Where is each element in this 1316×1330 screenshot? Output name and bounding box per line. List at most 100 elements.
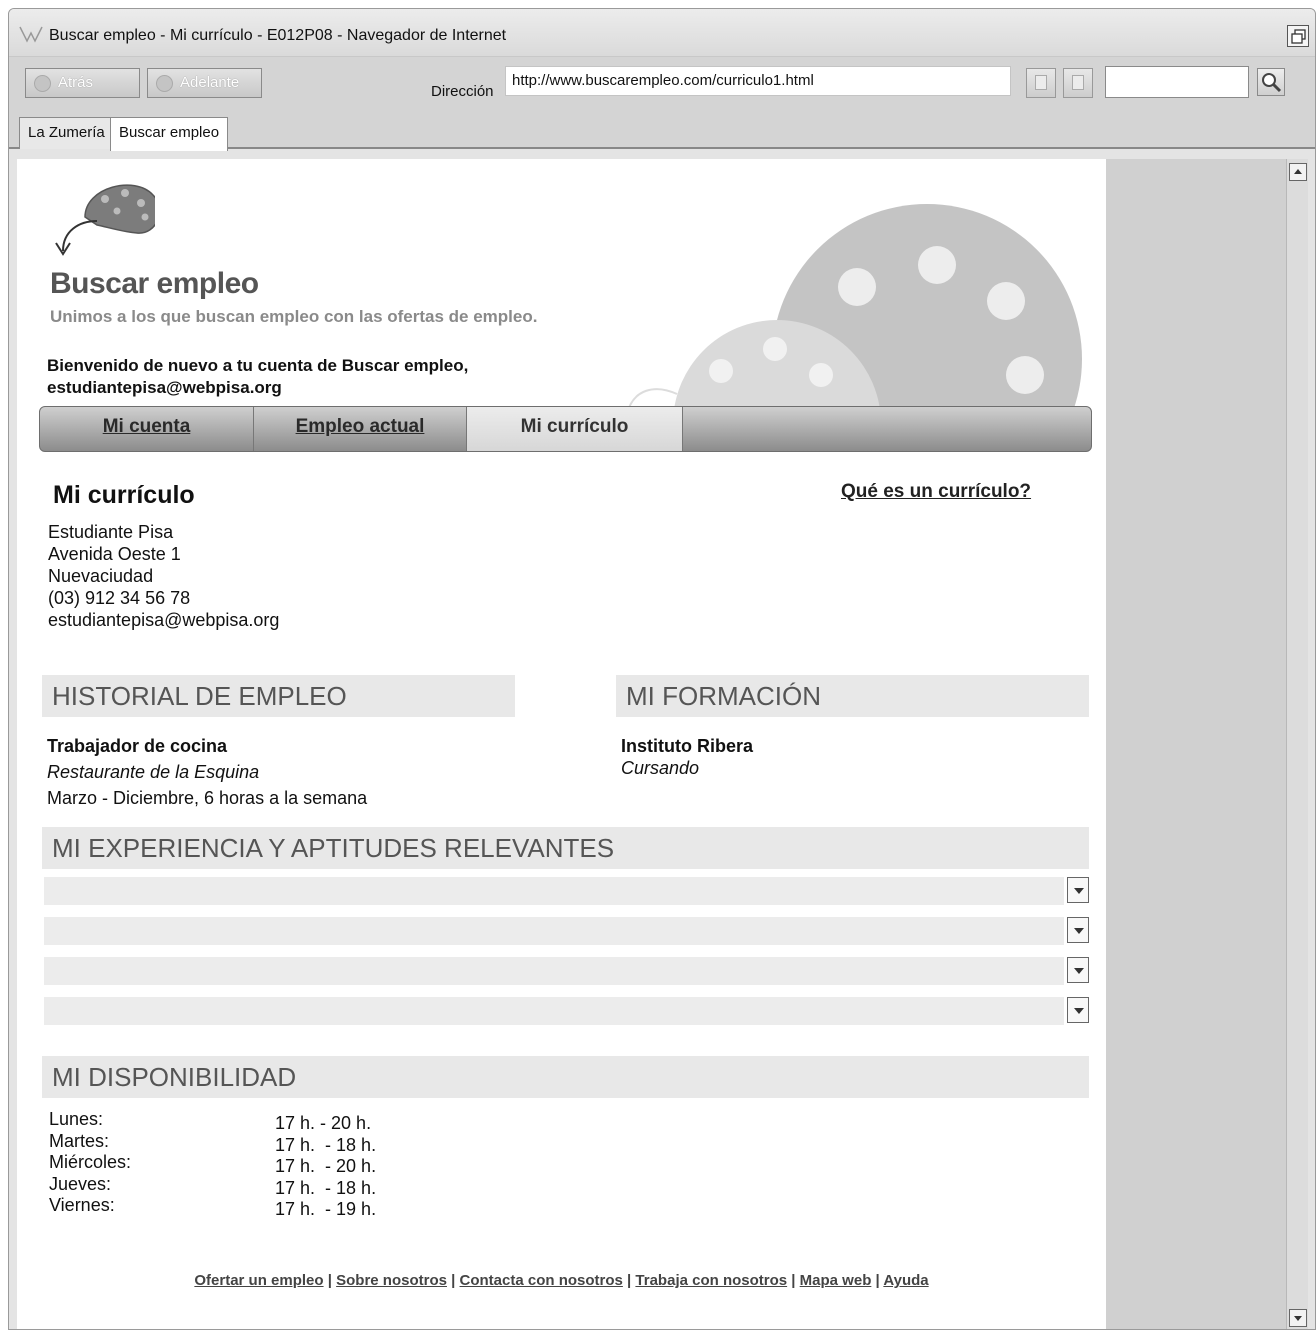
- scroll-down-button[interactable]: [1289, 1309, 1307, 1327]
- nav-tab-mi-curriculo[interactable]: Mi currículo: [467, 407, 683, 451]
- forward-arrow-icon: [156, 75, 173, 92]
- address-field[interactable]: http://www.buscarempleo.com/curriculo1.h…: [505, 66, 1011, 96]
- dropdown-button[interactable]: [1067, 997, 1089, 1023]
- footer-link-ayuda[interactable]: Ayuda: [883, 1272, 928, 1289]
- search-button[interactable]: [1257, 68, 1285, 96]
- contact-street: Avenida Oeste 1: [48, 544, 181, 564]
- browser-logo-icon: [19, 26, 43, 43]
- availability-heading: MI DISPONIBILIDAD: [42, 1056, 1089, 1098]
- dropdown-button[interactable]: [1067, 957, 1089, 983]
- tab-strip: La Zumería Buscar empleo: [9, 117, 1315, 151]
- nav-tab-empleo-actual[interactable]: Empleo actual: [254, 407, 467, 451]
- magnifier-icon: [1262, 73, 1282, 93]
- experience-select[interactable]: [44, 917, 1089, 945]
- back-button-label: Atrás: [58, 74, 94, 91]
- school-name: Instituto Ribera: [621, 736, 754, 756]
- title-bar: Buscar empleo - Mi currículo - E012P08 -…: [9, 9, 1315, 57]
- footer-link-sobre-nosotros[interactable]: Sobre nosotros: [336, 1272, 447, 1289]
- dropdown-button[interactable]: [1067, 917, 1089, 943]
- experience-select-field[interactable]: [44, 997, 1064, 1025]
- job-company: Restaurante de la Esquina: [47, 762, 260, 782]
- availability-hours-row: 17 h. - 18 h.: [275, 1177, 377, 1198]
- back-arrow-icon: [34, 75, 51, 92]
- availability-day: Lunes:: [49, 1109, 104, 1129]
- job-title: Trabajador de cocina: [47, 736, 228, 756]
- vertical-scrollbar[interactable]: [1286, 159, 1308, 1329]
- availability-day: Miércoles:: [49, 1152, 132, 1172]
- experience-select[interactable]: [44, 877, 1089, 905]
- availability-days: Lunes: Martes: Miércoles: Jueves: Vierne…: [49, 1109, 131, 1217]
- footer-separator: |: [446, 1272, 460, 1289]
- page-title: Mi currículo: [53, 481, 195, 509]
- footer-separator: |: [622, 1272, 636, 1289]
- experience-select-field[interactable]: [44, 917, 1064, 945]
- tab-buscar-empleo[interactable]: Buscar empleo: [110, 117, 229, 151]
- chevron-down-icon: [1074, 888, 1084, 894]
- footer-link-ofertar-empleo[interactable]: Ofertar un empleo: [194, 1272, 323, 1289]
- site-navbar: Mi cuenta Empleo actual Mi currículo: [39, 406, 1092, 452]
- site-logo-icon: [55, 184, 155, 256]
- paste-icon: [1072, 75, 1084, 90]
- footer-links: Ofertar un empleo | Sobre nosotros | Con…: [17, 1272, 1106, 1289]
- dropdown-button[interactable]: [1067, 877, 1089, 903]
- availability-hours-row: 17 h. - 19 h.: [275, 1199, 377, 1219]
- experience-select-field[interactable]: [44, 877, 1064, 905]
- browser-toolbar: Atrás Adelante Dirección http://www.busc…: [9, 57, 1315, 117]
- employment-history-heading: HISTORIAL DE EMPLEO: [42, 675, 515, 717]
- education-heading: MI FORMACIÓN: [616, 675, 1089, 717]
- search-input[interactable]: [1105, 66, 1249, 98]
- welcome-line: Bienvenido de nuevo a tu cuenta de Busca…: [47, 356, 469, 375]
- site-tagline: Unimos a los que buscan empleo con las o…: [50, 307, 538, 326]
- footer-separator: |: [871, 1272, 884, 1289]
- scroll-up-button[interactable]: [1289, 163, 1307, 181]
- site-title: Buscar empleo: [50, 267, 259, 300]
- back-button[interactable]: Atrás: [25, 68, 140, 98]
- tab-la-zumeria[interactable]: La Zumería: [19, 117, 114, 149]
- restore-window-button[interactable]: [1287, 25, 1309, 47]
- contact-email: estudiantepisa@webpisa.org: [48, 610, 280, 630]
- contact-block: Estudiante Pisa Avenida Oeste 1 Nuevaciu…: [48, 521, 279, 631]
- availability-day: Viernes:: [49, 1195, 115, 1215]
- chevron-down-icon: [1074, 968, 1084, 974]
- experience-heading: MI EXPERIENCIA Y APTITUDES RELEVANTES: [42, 827, 1089, 869]
- availability-hours-row: 17 h. - 20 h.: [275, 1156, 377, 1176]
- welcome-message: Bienvenido de nuevo a tu cuenta de Busca…: [47, 355, 468, 399]
- restore-window-icon: [1291, 29, 1306, 44]
- contact-city: Nuevaciudad: [48, 566, 154, 586]
- school-status: Cursando: [621, 758, 700, 778]
- footer-link-trabaja[interactable]: Trabaja con nosotros: [635, 1272, 787, 1289]
- footer-link-mapa-web[interactable]: Mapa web: [800, 1272, 872, 1289]
- nav-tab-mi-cuenta[interactable]: Mi cuenta: [40, 407, 254, 451]
- contact-phone: (03) 912 34 56 78: [48, 588, 191, 608]
- header-decoration: [626, 204, 1082, 414]
- scroll-up-icon: [1294, 169, 1302, 174]
- what-is-resume-link[interactable]: Qué es un currículo?: [841, 481, 1031, 503]
- chevron-down-icon: [1074, 1008, 1084, 1014]
- footer-link-contacta[interactable]: Contacta con nosotros: [460, 1272, 623, 1289]
- availability-hours-row: 17 h. - 18 h.: [275, 1134, 377, 1155]
- availability-day: Jueves:: [49, 1173, 112, 1194]
- chevron-down-icon: [1074, 928, 1084, 934]
- scroll-down-icon: [1294, 1316, 1302, 1321]
- forward-button-label: Adelante: [180, 74, 240, 91]
- contact-name: Estudiante Pisa: [48, 522, 174, 542]
- browser-window: Buscar empleo - Mi currículo - E012P08 -…: [8, 8, 1316, 1330]
- experience-select[interactable]: [44, 997, 1089, 1025]
- availability-hours: 17 h. - 20 h. 17 h. - 18 h. 17 h. - 20 h…: [275, 1113, 376, 1221]
- availability-hours-row: 17 h. - 20 h.: [275, 1113, 372, 1133]
- copy-button[interactable]: [1026, 68, 1056, 98]
- experience-select[interactable]: [44, 957, 1089, 985]
- footer-separator: |: [323, 1272, 337, 1289]
- paste-button[interactable]: [1063, 68, 1093, 98]
- forward-button[interactable]: Adelante: [147, 68, 262, 98]
- experience-select-field[interactable]: [44, 957, 1064, 985]
- footer-separator: |: [787, 1272, 800, 1289]
- page-viewport: Buscar empleo Unimos a los que buscan em…: [17, 159, 1106, 1329]
- welcome-email: estudiantepisa@webpisa.org: [47, 378, 282, 397]
- address-label: Dirección: [431, 83, 494, 100]
- page-side-gutter: [1106, 159, 1286, 1329]
- window-title: Buscar empleo - Mi currículo - E012P08 -…: [49, 27, 507, 44]
- availability-day: Martes:: [49, 1130, 110, 1151]
- job-period: Marzo - Diciembre, 6 horas a la semana: [47, 788, 368, 808]
- copy-icon: [1035, 75, 1047, 90]
